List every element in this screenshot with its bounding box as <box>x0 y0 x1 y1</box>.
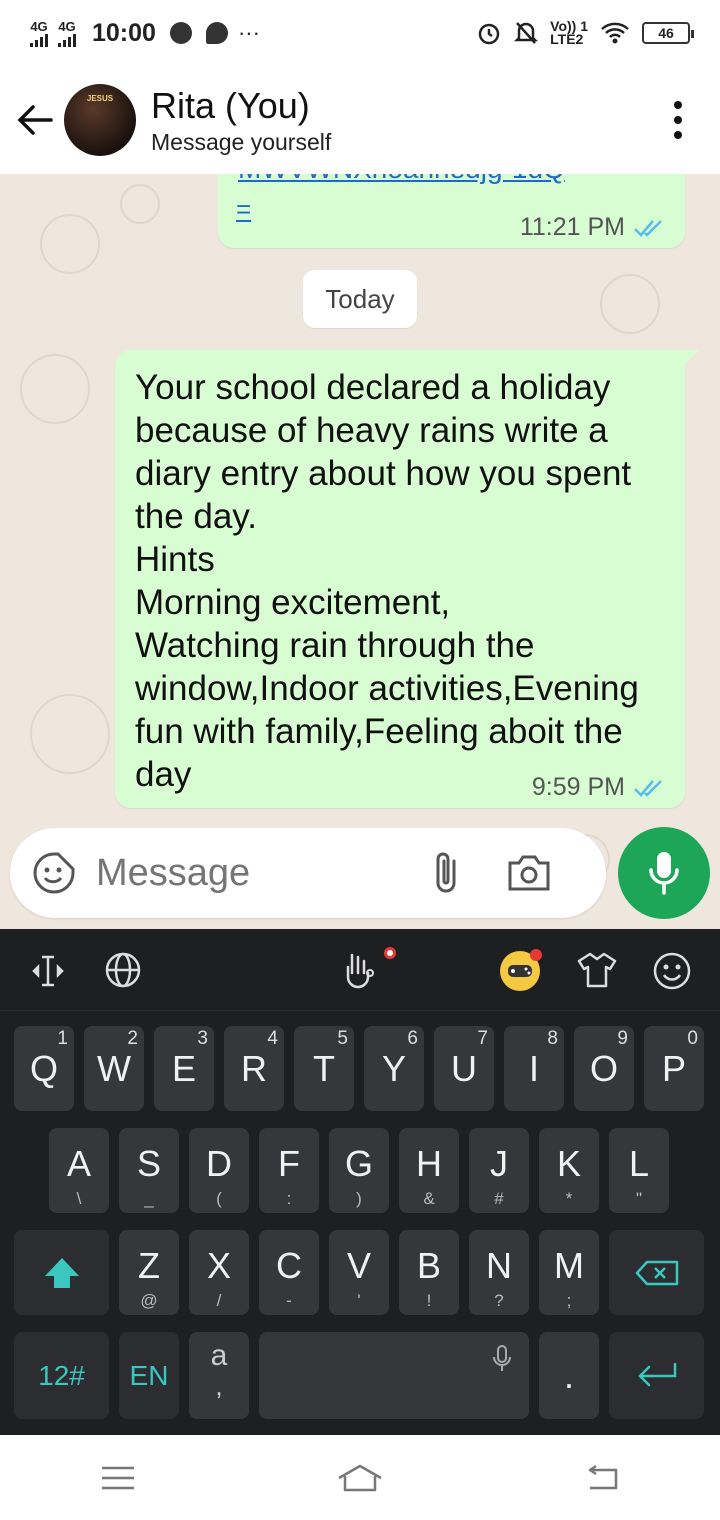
message-meta: 11:21 PM <box>520 213 667 242</box>
message-bubble-outgoing[interactable]: Your school declared a holiday because o… <box>115 350 699 808</box>
date-divider: Today <box>303 270 417 328</box>
period-key[interactable]: . <box>539 1332 599 1419</box>
microphone-icon <box>649 852 679 895</box>
chat-notification-icon <box>205 22 228 44</box>
chat-header: JESUS Rita (You) Message yourself <box>0 66 720 174</box>
key-z[interactable]: Z @ <box>119 1230 179 1315</box>
chat-area[interactable]: MWVWNXhoanhedjg-1dQ = 11:21 PM Today You… <box>0 174 720 929</box>
signal-1-icon: 4G <box>30 20 48 47</box>
chat-title-group[interactable]: Rita (You) Message yourself <box>151 85 331 156</box>
gesture-icon[interactable] <box>340 947 400 993</box>
status-time: 10:00 <box>92 18 156 47</box>
key-b[interactable]: B! <box>399 1230 459 1315</box>
key-c[interactable]: C- <box>259 1230 319 1315</box>
message-bubble-outgoing[interactable]: MWVWNXhoanhedjg-1dQ = 11:21 PM <box>218 174 685 248</box>
recent-apps-icon[interactable] <box>100 1465 136 1491</box>
key-p[interactable]: P0 <box>644 1026 704 1111</box>
arrow-left-icon <box>17 105 53 135</box>
volte-indicator: Vo)) 1 LTE2 <box>550 18 588 47</box>
key-v[interactable]: V ' <box>329 1230 389 1315</box>
key-u[interactable]: U7 <box>434 1026 494 1111</box>
key-e[interactable]: E3 <box>154 1026 214 1111</box>
key-f[interactable]: F: <box>259 1128 319 1213</box>
backspace-key[interactable] <box>609 1230 704 1315</box>
key-n[interactable]: N? <box>469 1230 529 1315</box>
message-time: 9:59 PM <box>531 773 625 801</box>
key-t[interactable]: T5 <box>294 1026 354 1111</box>
voice-input-icon <box>493 1345 511 1371</box>
camera-icon[interactable] <box>506 853 552 893</box>
backspace-icon <box>635 1260 678 1285</box>
message-text: Your school declared a holiday because o… <box>135 368 639 794</box>
enter-icon <box>637 1362 676 1386</box>
notification-icon <box>169 22 192 44</box>
status-bar: 4G 4G 10:00 ··· Vo)) 1 LTE2 46 <box>0 0 720 66</box>
key-g[interactable]: G) <box>329 1128 389 1213</box>
enter-key[interactable] <box>609 1332 704 1419</box>
key-m[interactable]: M; <box>539 1230 599 1315</box>
key-l[interactable]: L " <box>609 1128 669 1213</box>
emoji-icon[interactable] <box>652 951 692 991</box>
contact-name: Rita (You) <box>151 84 310 126</box>
home-icon[interactable] <box>335 1462 385 1494</box>
key-y[interactable]: Y6 <box>364 1026 424 1111</box>
message-composer <box>10 828 606 918</box>
key-h[interactable]: H & <box>399 1128 459 1213</box>
key-j[interactable]: J # <box>469 1128 529 1213</box>
link-text[interactable]: = <box>236 194 251 225</box>
globe-icon[interactable] <box>104 951 142 989</box>
sticker-icon[interactable] <box>32 851 76 895</box>
language-key[interactable]: EN <box>119 1332 179 1419</box>
key-q[interactable]: Q1 <box>14 1026 74 1111</box>
mic-button[interactable] <box>618 827 710 919</box>
key-d[interactable]: D( <box>189 1128 249 1213</box>
key-i[interactable]: I8 <box>504 1026 564 1111</box>
message-input[interactable] <box>96 851 416 895</box>
avatar[interactable]: JESUS <box>64 84 136 156</box>
double-check-icon <box>634 219 662 237</box>
key-s[interactable]: S _ <box>119 1128 179 1213</box>
link-text-partial[interactable]: MWVWNXhoanhedjg-1dQ <box>238 174 668 188</box>
key-o[interactable]: O9 <box>574 1026 634 1111</box>
shift-arrow-icon <box>44 1257 79 1288</box>
contact-subtitle: Message yourself <box>151 128 332 155</box>
game-icon[interactable] <box>498 947 544 993</box>
keyboard: Q1 W2 E3 R4 T5 Y6 U7 I8 O9 P0 A \ S _ D( F… <box>0 929 720 1435</box>
key-x[interactable]: X / <box>189 1230 249 1315</box>
key-k[interactable]: K * <box>539 1128 599 1213</box>
text-cursor-icon[interactable] <box>28 951 68 991</box>
double-check-icon <box>634 779 662 797</box>
keyboard-toolbar <box>0 929 720 1011</box>
more-vertical-icon[interactable] <box>672 101 684 139</box>
wifi-icon <box>601 22 629 44</box>
signal-2-icon: 4G <box>58 20 76 47</box>
message-time: 11:21 PM <box>519 213 625 241</box>
key-a[interactable]: A \ <box>49 1128 109 1213</box>
key-w[interactable]: W2 <box>84 1026 144 1111</box>
mute-icon <box>514 22 539 44</box>
comma-key[interactable]: a , <box>189 1332 249 1419</box>
back-nav-icon[interactable] <box>584 1464 620 1492</box>
battery-icon: 46 <box>642 22 694 44</box>
space-key[interactable] <box>259 1332 529 1419</box>
shift-key[interactable] <box>14 1230 109 1315</box>
message-meta: 9:59 PM <box>532 773 667 802</box>
paperclip-icon[interactable] <box>426 849 466 897</box>
symbols-key[interactable]: 12# <box>14 1332 109 1419</box>
system-nav-bar <box>0 1435 720 1520</box>
back-button[interactable] <box>10 95 60 145</box>
theme-shirt-icon[interactable] <box>576 951 618 989</box>
more-notifications: ··· <box>237 20 260 45</box>
alarm-icon <box>478 23 500 45</box>
key-r[interactable]: R4 <box>224 1026 284 1111</box>
